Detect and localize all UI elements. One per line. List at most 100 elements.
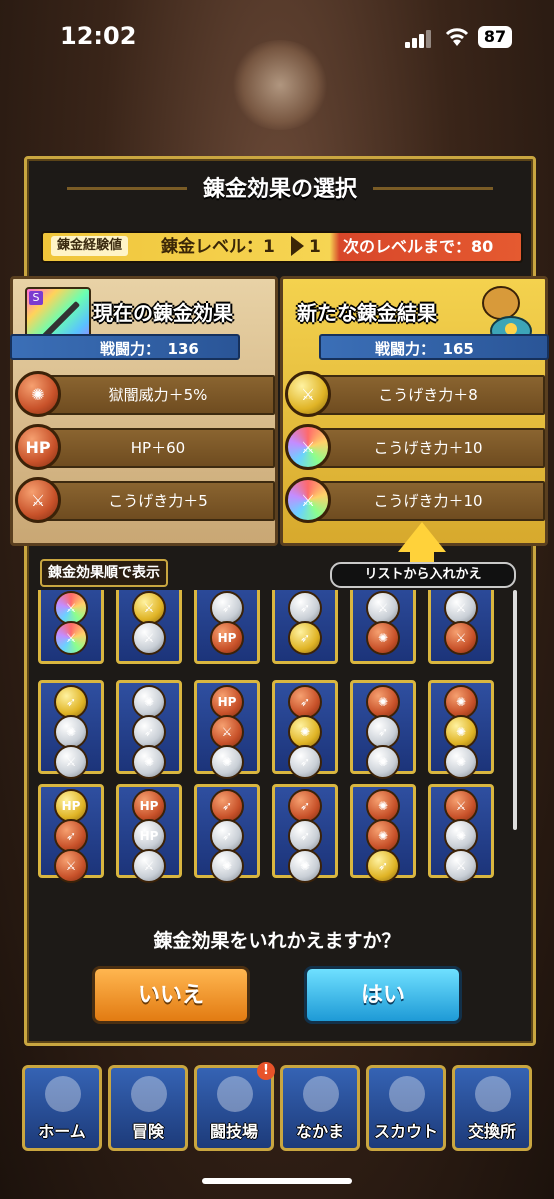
alchemy-exp-bar: 錬金経験値 錬金レベル：1 1 次のレベルまで：80 — [41, 231, 523, 263]
vortex-medal-icon: ✺ — [444, 819, 478, 853]
current-effect-label: HP＋60 — [130, 439, 186, 457]
nav-item[interactable]: 交換所 — [452, 1065, 532, 1151]
sword-medal-icon: ⚔ — [54, 621, 88, 655]
effect-card[interactable]: ✺ ➶ ✺ — [350, 680, 416, 779]
vortex-medal-icon: ✺ — [132, 745, 166, 779]
nav-item[interactable]: スカウト — [366, 1065, 446, 1151]
sword-medal-icon: ⚔ — [132, 621, 166, 655]
sword-medal-icon: ⚔ — [132, 849, 166, 883]
status-time: 12:02 — [60, 22, 137, 50]
vortex-medal-icon: ✺ — [210, 849, 244, 883]
home-indicator — [202, 1178, 352, 1184]
swap-confirm-question: 錬金効果をいれかえますか？ — [153, 930, 401, 952]
effect-card[interactable]: ➶ ✺ ⚔ — [38, 680, 104, 779]
effect-card[interactable]: ⚔ ✺ ⚔ — [428, 784, 494, 883]
yes-button[interactable]: はい — [304, 966, 462, 1024]
wing-medal-icon: ➶ — [210, 789, 244, 823]
notification-badge: ! — [257, 1062, 275, 1080]
rank-badge: S — [29, 291, 43, 305]
nav-item[interactable]: なかま — [280, 1065, 360, 1151]
vortex-medal-icon: ✺ — [54, 715, 88, 749]
wing-medal-icon: ➶ — [366, 849, 400, 883]
current-effect-label: こうげき力＋5 — [108, 492, 208, 510]
vortex-medal-icon: ✺ — [444, 685, 478, 719]
effect-card[interactable]: ⚔ ⚔ — [428, 590, 494, 664]
vortex-medal-icon: ✺ — [288, 849, 322, 883]
effect-card[interactable]: ➶ ➶ ✺ — [272, 784, 338, 883]
new-effect-label: こうげき力＋10 — [373, 492, 483, 510]
sword-medal-icon: ⚔ — [444, 621, 478, 655]
nav-item-icon — [475, 1076, 511, 1112]
effect-card[interactable]: ⚔ ✺ — [350, 590, 416, 664]
vortex-medal-icon: ✺ — [210, 745, 244, 779]
wing-medal-icon: ➶ — [210, 819, 244, 853]
exp-tag: 錬金経験値 — [51, 236, 129, 256]
vortex-medal-icon: ✺ — [366, 789, 400, 823]
new-effect-row: こうげき力＋10 — [311, 428, 545, 468]
effect-card[interactable]: ✺ ✺ ➶ — [350, 784, 416, 883]
vortex-medal-icon: ✺ — [366, 819, 400, 853]
effect-card[interactable]: ⚔ ⚔ — [38, 590, 104, 664]
wing-medal-icon: ➶ — [288, 789, 322, 823]
nav-item[interactable]: 冒険 — [108, 1065, 188, 1151]
effect-card[interactable]: ✺ ➶ ✺ — [116, 680, 182, 779]
sword-medal-icon: ⚔ — [285, 424, 331, 470]
nav-item-label: 冒険 — [131, 1122, 164, 1141]
new-power: 戦闘力： 165 — [319, 334, 549, 360]
sword-medal-icon: ⚔ — [444, 591, 478, 625]
sword-medal-icon: ⚔ — [15, 477, 61, 523]
bottom-nav: ホーム 冒険 闘技場! なかま スカウト 交換所 — [22, 1062, 534, 1155]
new-effect-row: こうげき力＋8 — [311, 375, 545, 415]
sword-medal-icon: ⚔ — [54, 591, 88, 625]
wing-medal-icon: ➶ — [132, 715, 166, 749]
level-arrow-icon — [291, 236, 304, 256]
sword-medal-icon: ⚔ — [285, 477, 331, 523]
effect-card-grid: ⚔ ⚔ ⚔ ⚔ ➶ HP ➶ ➶ ⚔ ✺ ⚔ ⚔ ➶ ✺ ⚔ ✺ ➶ ✺ HP ⚔ ✺ ➶ ✺ ➶ ✺ ➶ ✺ ✺ ✺ ✺ HP ➶ ⚔ HP HP… — [38, 590, 508, 920]
vortex-medal-icon: ✺ — [444, 745, 478, 779]
effect-card[interactable]: HP ➶ ⚔ — [38, 784, 104, 883]
sword-medal-icon: ⚔ — [132, 591, 166, 625]
hp-medal-icon: HP — [132, 789, 166, 823]
sword-medal-icon: ⚔ — [54, 849, 88, 883]
hp-medal-icon: HP — [132, 819, 166, 853]
swap-up-arrow-icon — [398, 522, 446, 552]
nav-item-icon — [45, 1076, 81, 1112]
alchemy-level-new: 1 — [309, 237, 321, 257]
sword-medal-icon: ⚔ — [285, 371, 331, 417]
battery-indicator: 87 — [478, 26, 512, 48]
nav-item[interactable]: 闘技場! — [194, 1062, 275, 1151]
sort-by-effect-button[interactable]: 錬金効果順で表示 — [40, 559, 168, 587]
effect-card[interactable]: ➶ ➶ — [272, 590, 338, 664]
effect-card[interactable]: ➶ HP — [194, 590, 260, 664]
new-effect-row: こうげき力＋10 — [311, 481, 545, 521]
effect-card[interactable]: ✺ ✺ ✺ — [428, 680, 494, 779]
wing-medal-icon: ➶ — [366, 715, 400, 749]
wing-medal-icon: ➶ — [288, 685, 322, 719]
wing-medal-icon: ➶ — [54, 685, 88, 719]
sword-medal-icon: ⚔ — [444, 849, 478, 883]
status-bar: 12:02 87 — [0, 0, 554, 75]
hp-medal-icon: HP — [15, 424, 61, 470]
new-effect-label: こうげき力＋10 — [373, 439, 483, 457]
vortex-medal-icon: ✺ — [444, 715, 478, 749]
new-effects-panel: 新たな錬金結果 戦闘力： 165 こうげき力＋8 ⚔ こうげき力＋10 ⚔ こうげき力＋… — [280, 276, 549, 546]
vortex-medal-icon: ✺ — [366, 621, 400, 655]
effect-card[interactable]: ➶ ✺ ➶ — [272, 680, 338, 779]
vortex-medal-icon: ✺ — [132, 685, 166, 719]
effect-card[interactable]: HP ⚔ ✺ — [194, 680, 260, 779]
wing-medal-icon: ➶ — [54, 819, 88, 853]
vortex-medal-icon: ✺ — [366, 745, 400, 779]
effect-card[interactable]: ⚔ ⚔ — [116, 590, 182, 664]
nav-item[interactable]: ホーム — [22, 1065, 102, 1151]
wing-medal-icon: ➶ — [288, 819, 322, 853]
grid-scrollbar[interactable] — [513, 590, 517, 830]
nav-item-icon — [303, 1076, 339, 1112]
hp-medal-icon: HP — [210, 621, 244, 655]
vortex-medal-icon: ✺ — [288, 715, 322, 749]
nav-item-icon — [217, 1076, 253, 1112]
no-button[interactable]: いいえ — [92, 966, 250, 1024]
effect-card[interactable]: ➶ ➶ ✺ — [194, 784, 260, 883]
effect-card[interactable]: HP HP ⚔ — [116, 784, 182, 883]
wing-medal-icon: ➶ — [288, 591, 322, 625]
swap-from-list-label: リストから入れかえ — [330, 562, 516, 588]
